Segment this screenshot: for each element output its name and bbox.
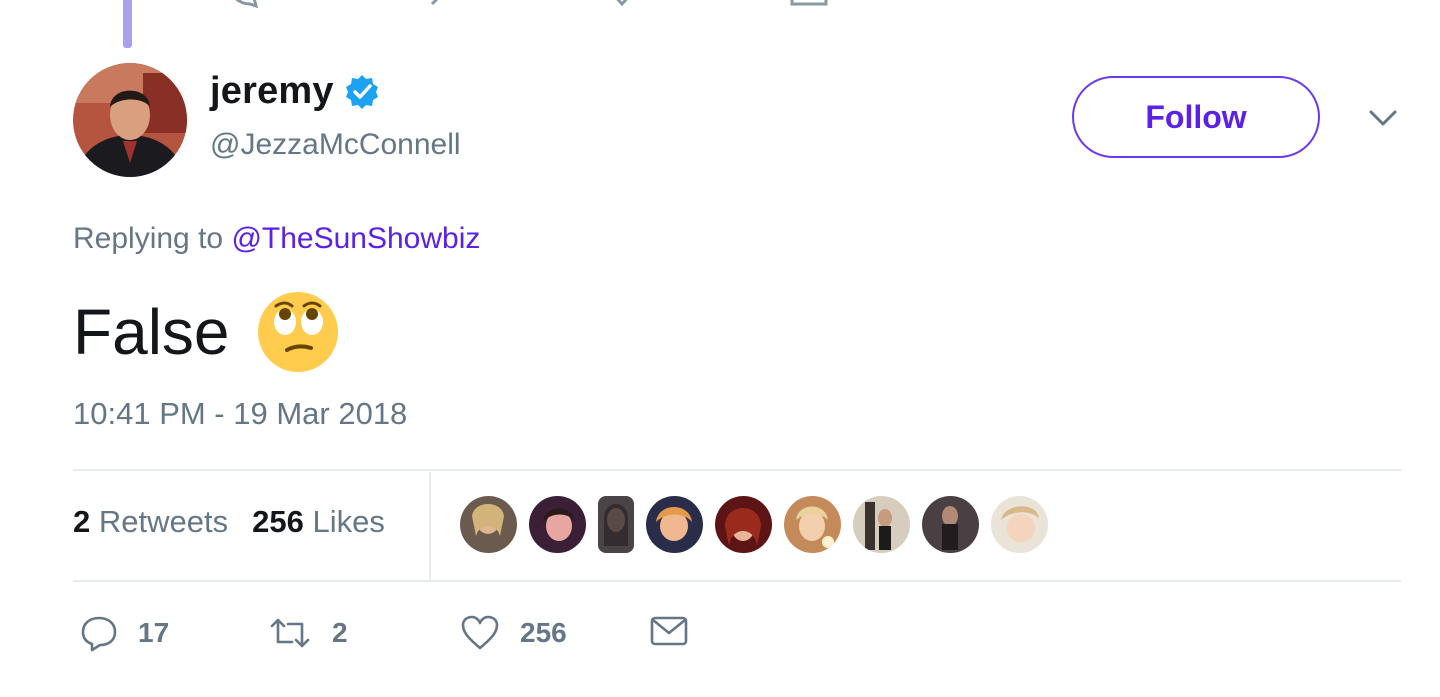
liker-avatar[interactable]	[922, 496, 979, 553]
tweet-stats: 2 Retweets 256 Likes	[73, 504, 385, 540]
retweet-icon[interactable]	[410, 0, 460, 8]
liker-avatars	[460, 496, 1048, 553]
liker-avatar[interactable]	[784, 496, 841, 553]
profile-photo-icon	[73, 63, 187, 177]
like-action[interactable]: 256	[460, 614, 567, 652]
mail-icon	[650, 616, 688, 646]
liker-avatar[interactable]	[598, 496, 634, 553]
liker-avatar[interactable]	[853, 496, 910, 553]
liker-avatar[interactable]	[529, 496, 586, 553]
chevron-down-icon[interactable]	[1367, 106, 1399, 130]
divider	[73, 469, 1401, 471]
reply-icon	[81, 616, 117, 652]
replying-to-label: Replying to	[73, 222, 224, 255]
heart-icon	[461, 615, 499, 650]
mail-icon[interactable]	[790, 0, 830, 8]
likes-stat[interactable]: 256 Likes	[252, 504, 385, 540]
liker-avatar[interactable]	[460, 496, 517, 553]
face-with-rolling-eyes-icon	[257, 292, 338, 372]
stats-divider	[429, 472, 431, 580]
tweet-text: False	[73, 290, 340, 374]
reply-icon[interactable]	[220, 0, 264, 8]
reply-count: 17	[138, 617, 170, 648]
user-name[interactable]: jeremy	[210, 70, 334, 113]
replying-to-link[interactable]: @TheSunShowbiz	[231, 222, 480, 255]
liker-avatar[interactable]	[991, 496, 1048, 553]
user-handle[interactable]: @JezzaMcConnell	[210, 128, 461, 162]
likes-count: 256	[252, 504, 304, 539]
heart-icon[interactable]	[600, 0, 644, 8]
like-count: 256	[520, 617, 567, 648]
follow-button[interactable]: Follow	[1072, 76, 1320, 158]
retweets-count: 2	[73, 504, 91, 539]
retweet-icon	[270, 618, 310, 648]
retweet-count: 2	[332, 617, 348, 648]
user-display-name[interactable]: jeremy	[210, 70, 380, 113]
liker-avatar[interactable]	[646, 496, 703, 553]
avatar[interactable]	[73, 63, 187, 177]
replying-to: Replying to @TheSunShowbiz	[73, 222, 480, 256]
retweets-stat[interactable]: 2 Retweets	[73, 504, 228, 540]
thread-line	[123, 0, 132, 48]
reply-action[interactable]: 17	[80, 614, 169, 652]
retweet-action[interactable]: 2	[268, 614, 348, 652]
direct-message-action[interactable]	[650, 614, 688, 648]
likes-label: Likes	[312, 504, 385, 539]
tweet-timestamp[interactable]: 10:41 PM - 19 Mar 2018	[73, 396, 407, 432]
previous-tweet-actions	[220, 0, 840, 8]
retweets-label: Retweets	[98, 504, 229, 539]
liker-avatar[interactable]	[715, 496, 772, 553]
divider	[73, 580, 1401, 582]
tweet-body: False	[73, 296, 230, 368]
verified-badge-icon	[345, 74, 378, 109]
